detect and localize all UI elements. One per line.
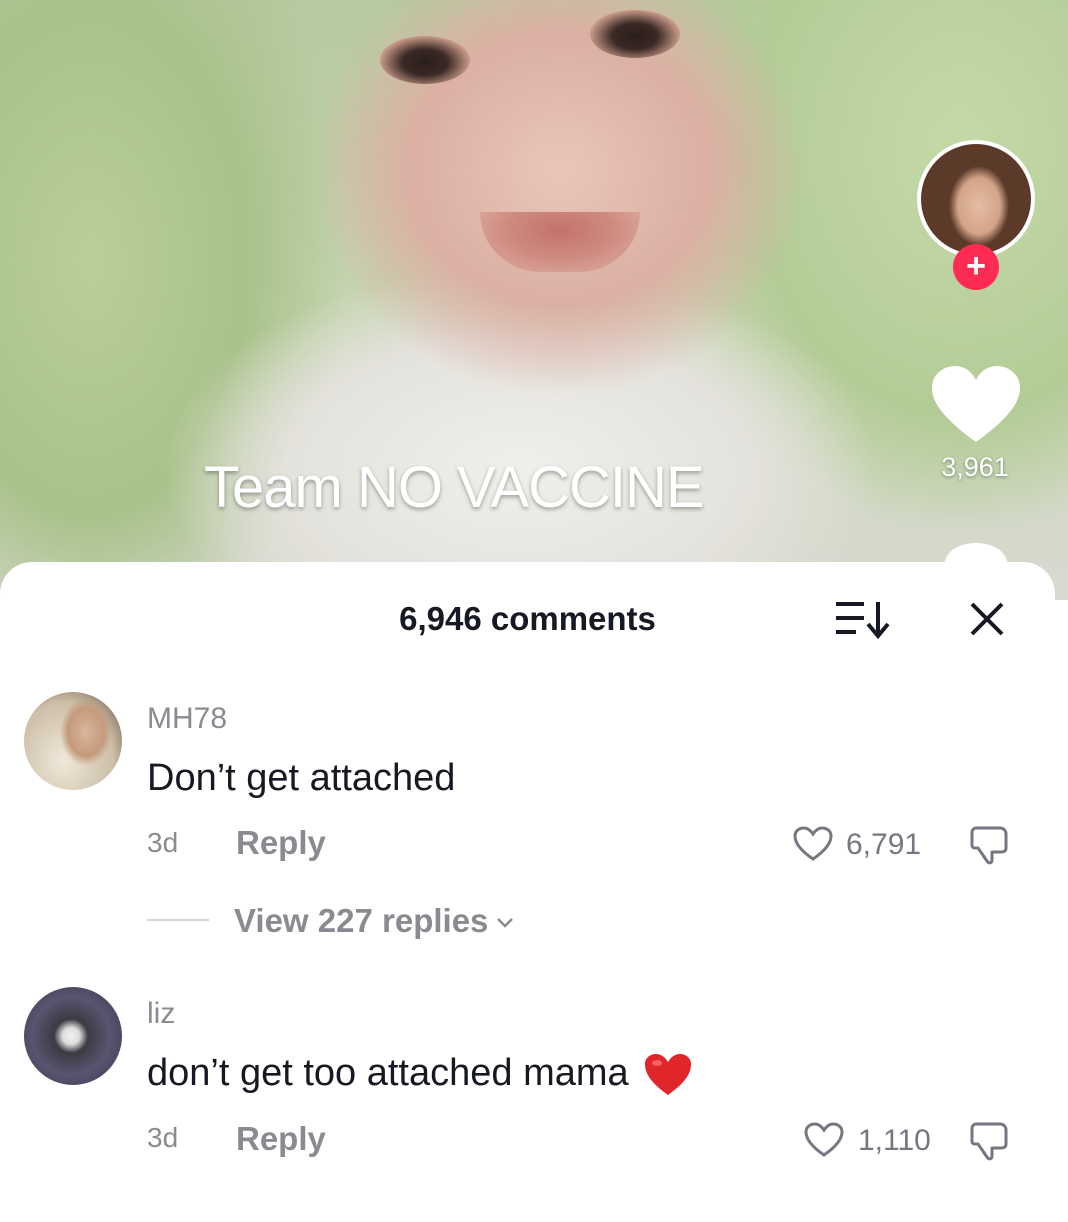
sort-arrow-down-icon[interactable] [834,598,896,640]
video-player[interactable]: Team NO VACCINE + 3,961 [0,0,1068,600]
comment-like-count: 6,791 [846,828,922,861]
reply-button[interactable]: Reply [236,1120,326,1158]
dislike-icon[interactable] [970,1120,1014,1162]
comment-text-row: don’t get too attached mama [147,1052,693,1098]
heart-outline-icon[interactable] [793,826,833,862]
red-heart-emoji-icon [644,1054,691,1095]
like-heart-icon[interactable] [932,366,1020,446]
creator-avatar[interactable] [917,140,1035,258]
comment-text: Don’t get attached [147,757,456,799]
comment-timestamp: 3d [147,1122,179,1153]
heart-outline-icon[interactable] [804,1122,844,1158]
reply-button[interactable]: Reply [236,824,326,862]
view-replies-label: View 227 replies [234,902,489,939]
comment-timestamp: 3d [147,827,179,858]
view-replies-button[interactable]: View 227 replies [234,902,514,940]
video-frame-detail [380,36,470,84]
comment-like-count: 1,110 [858,1124,931,1157]
video-like-count: 3,961 [941,452,1009,482]
close-icon[interactable] [966,598,1008,640]
video-frame-detail [480,212,640,272]
video-caption: Team NO VACCINE [204,455,705,520]
avatar[interactable] [24,987,122,1085]
replies-divider [147,919,209,921]
chevron-down-icon [497,918,514,929]
comment-text: don’t get too attached mama [147,1052,629,1095]
dislike-icon[interactable] [970,824,1014,866]
comment-username[interactable]: MH78 [147,702,227,736]
comment-username[interactable]: liz [147,997,175,1031]
avatar[interactable] [24,692,122,790]
follow-button[interactable]: + [953,244,999,290]
comments-panel: 6,946 comments MH78 Don’t get attached 3… [0,562,1055,1222]
comments-count-title: 6,946 comments [399,600,656,637]
video-frame-detail [590,10,680,58]
